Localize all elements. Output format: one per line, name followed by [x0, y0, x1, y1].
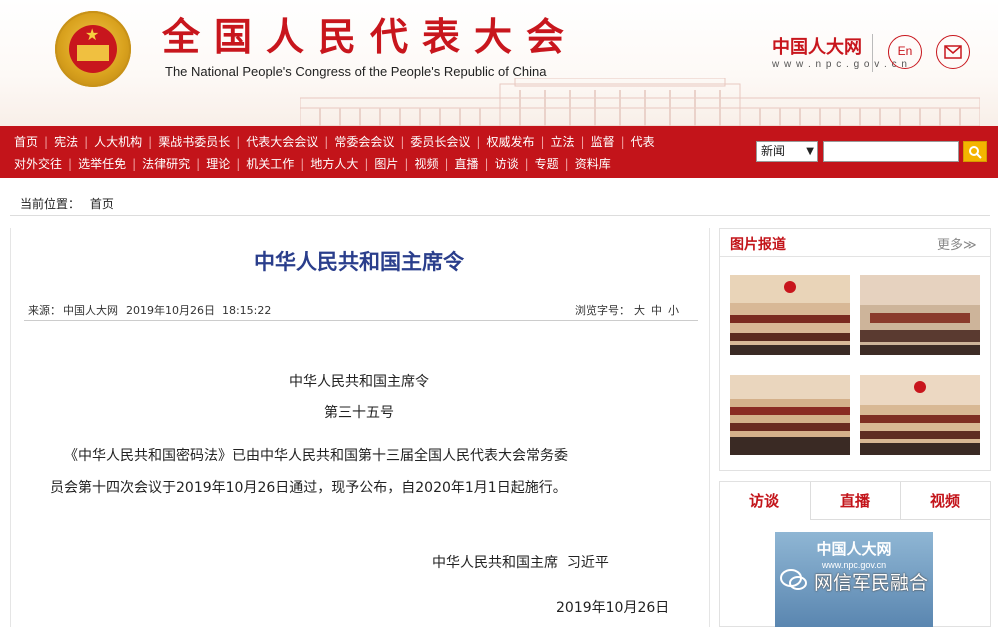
more-link[interactable]: 更多≫ [937, 234, 977, 253]
nav-item-pictures[interactable]: 图片 [368, 157, 404, 171]
search-button[interactable] [963, 141, 987, 162]
nav-item-organs[interactable]: 人大机构 [88, 135, 148, 149]
photo-thumbnail-3[interactable] [730, 375, 850, 455]
chevron-down-icon: ▼ [806, 146, 814, 157]
source-name: 中国人大网 [63, 304, 118, 317]
npc-logo-url: w w w . n p c . g o v . c n [772, 59, 908, 70]
meta-divider [24, 320, 698, 321]
great-hall-illustration [300, 78, 980, 126]
decree-number: 第三十五号 [324, 405, 394, 421]
mail-icon [944, 45, 962, 59]
photo-thumbnail-2[interactable] [860, 275, 980, 355]
nav-item-topics[interactable]: 专题 [529, 157, 565, 171]
photo-thumbnail-4[interactable] [860, 375, 980, 455]
nav-item-standing-committee[interactable]: 常委会会议 [328, 135, 400, 149]
breadcrumb-home[interactable]: 首页 [90, 197, 114, 211]
nav-row-2: 对外交往 | 选举任免 | 法律研究 | 理论 | 机关工作 | 地方人大 | 图片 | 视频 | 直播 | 访谈 |… [8, 155, 617, 172]
site-title[interactable]: 全国人民代表大会 [162, 14, 578, 60]
body-line-1: 《中华人民共和国密码法》已由中华人民共和国第十三届全国人民代表大会常务委 [64, 448, 568, 464]
national-emblem-icon[interactable]: ★ [55, 11, 131, 87]
nav-item-releases[interactable]: 权威发布 [480, 135, 540, 149]
nav-item-supervision[interactable]: 监督 [585, 135, 621, 149]
star-icon: ★ [85, 25, 100, 44]
tab-separator [900, 482, 901, 520]
header-divider [872, 34, 873, 72]
english-button[interactable]: En [888, 35, 922, 69]
meeting-photo-4 [860, 375, 980, 455]
decree-heading: 中华人民共和国主席令 [289, 374, 429, 390]
article-title: 中华人民共和国主席令 [254, 249, 464, 274]
nav-item-database[interactable]: 资料库 [569, 157, 617, 171]
search-icon [969, 146, 982, 159]
font-size-small[interactable]: 小 [668, 304, 679, 317]
nav-item-chairman[interactable]: 栗战书委员长 [152, 135, 236, 149]
nav-item-elections[interactable]: 选举任免 [72, 157, 132, 171]
source-label: 来源： [28, 304, 61, 317]
decree-date: 2019年10月26日 [556, 600, 670, 616]
wechat-icon [780, 569, 807, 590]
search-category-value: 新闻 [761, 144, 786, 158]
article-body: 《中华人民共和国密码法》已由中华人民共和国第十三届全国人民代表大会常务委 员会第… [50, 440, 670, 504]
photo-report-heading[interactable]: 图片报道 [730, 234, 786, 254]
breadcrumb-divider [10, 215, 990, 216]
signature: 中华人民共和国主席 习近平 [432, 555, 609, 571]
nav-item-interviews[interactable]: 访谈 [489, 157, 525, 171]
font-size-label: 浏览字号： [575, 304, 630, 317]
site-header: ★ 全国人民代表大会 The National People's Congres… [0, 0, 998, 126]
body-line-2: 员会第十四次会议于2019年10月26日通过，现予公布，自2020年1月1日起施… [50, 480, 567, 496]
tab-separator [810, 482, 811, 520]
search-category-select[interactable]: 新闻 ▼ [756, 141, 818, 162]
nav-item-live[interactable]: 直播 [449, 157, 485, 171]
font-size-control: 浏览字号： 大中小 [575, 302, 685, 318]
tab-live[interactable]: 直播 [811, 482, 899, 520]
npc-logo[interactable]: 中国人大网 [772, 38, 862, 58]
nav-item-congress-sessions[interactable]: 代表大会会议 [240, 135, 324, 149]
breadcrumb: 当前位置： 首页 [20, 195, 114, 212]
meeting-photo-1 [730, 275, 850, 355]
mail-button[interactable] [936, 35, 970, 69]
nav-item-office-work[interactable]: 机关工作 [240, 157, 300, 171]
nav-item-theory[interactable]: 理论 [200, 157, 236, 171]
nav-item-law-research[interactable]: 法律研究 [136, 157, 196, 171]
font-size-large[interactable]: 大 [634, 304, 645, 317]
search-input[interactable] [823, 141, 959, 162]
photo-panel-divider [720, 256, 990, 257]
nav-item-home[interactable]: 首页 [8, 135, 44, 149]
site-subtitle: The National People's Congress of the Pe… [165, 64, 547, 79]
nav-item-foreign[interactable]: 对外交往 [8, 157, 68, 171]
meeting-photo-3 [730, 375, 850, 455]
nav-item-video[interactable]: 视频 [408, 157, 444, 171]
tab-interviews[interactable]: 访谈 [720, 482, 808, 520]
nav-item-constitution[interactable]: 宪法 [48, 135, 84, 149]
meeting-photo-2 [860, 275, 980, 355]
font-size-medium[interactable]: 中 [651, 304, 662, 317]
nav-item-local-npc[interactable]: 地方人大 [304, 157, 364, 171]
article-meta: 来源： 中国人大网 2019年10月26日 18:15:22 [28, 302, 279, 318]
tab-bottom-border [811, 519, 990, 520]
watermark-text: 网信军民融合 [814, 572, 929, 594]
photo-thumbnail-1[interactable] [730, 275, 850, 355]
breadcrumb-label: 当前位置： [20, 197, 81, 211]
nav-item-chairmen-council[interactable]: 委员长会议 [404, 135, 476, 149]
publish-datetime: 2019年10月26日 18:15:22 [126, 304, 272, 317]
tab-video[interactable]: 视频 [901, 482, 989, 520]
tiananmen-gate-icon [77, 45, 109, 61]
nav-item-legislation[interactable]: 立法 [545, 135, 581, 149]
nav-item-deputies[interactable]: 代表 [625, 135, 661, 149]
interview-logo-text: 中国人大网 [816, 540, 892, 558]
nav-row-1: 首页 | 宪法 | 人大机构 | 栗战书委员长 | 代表大会会议 | 常委会会议 | 委员长会议 | 权威发… [8, 133, 661, 150]
